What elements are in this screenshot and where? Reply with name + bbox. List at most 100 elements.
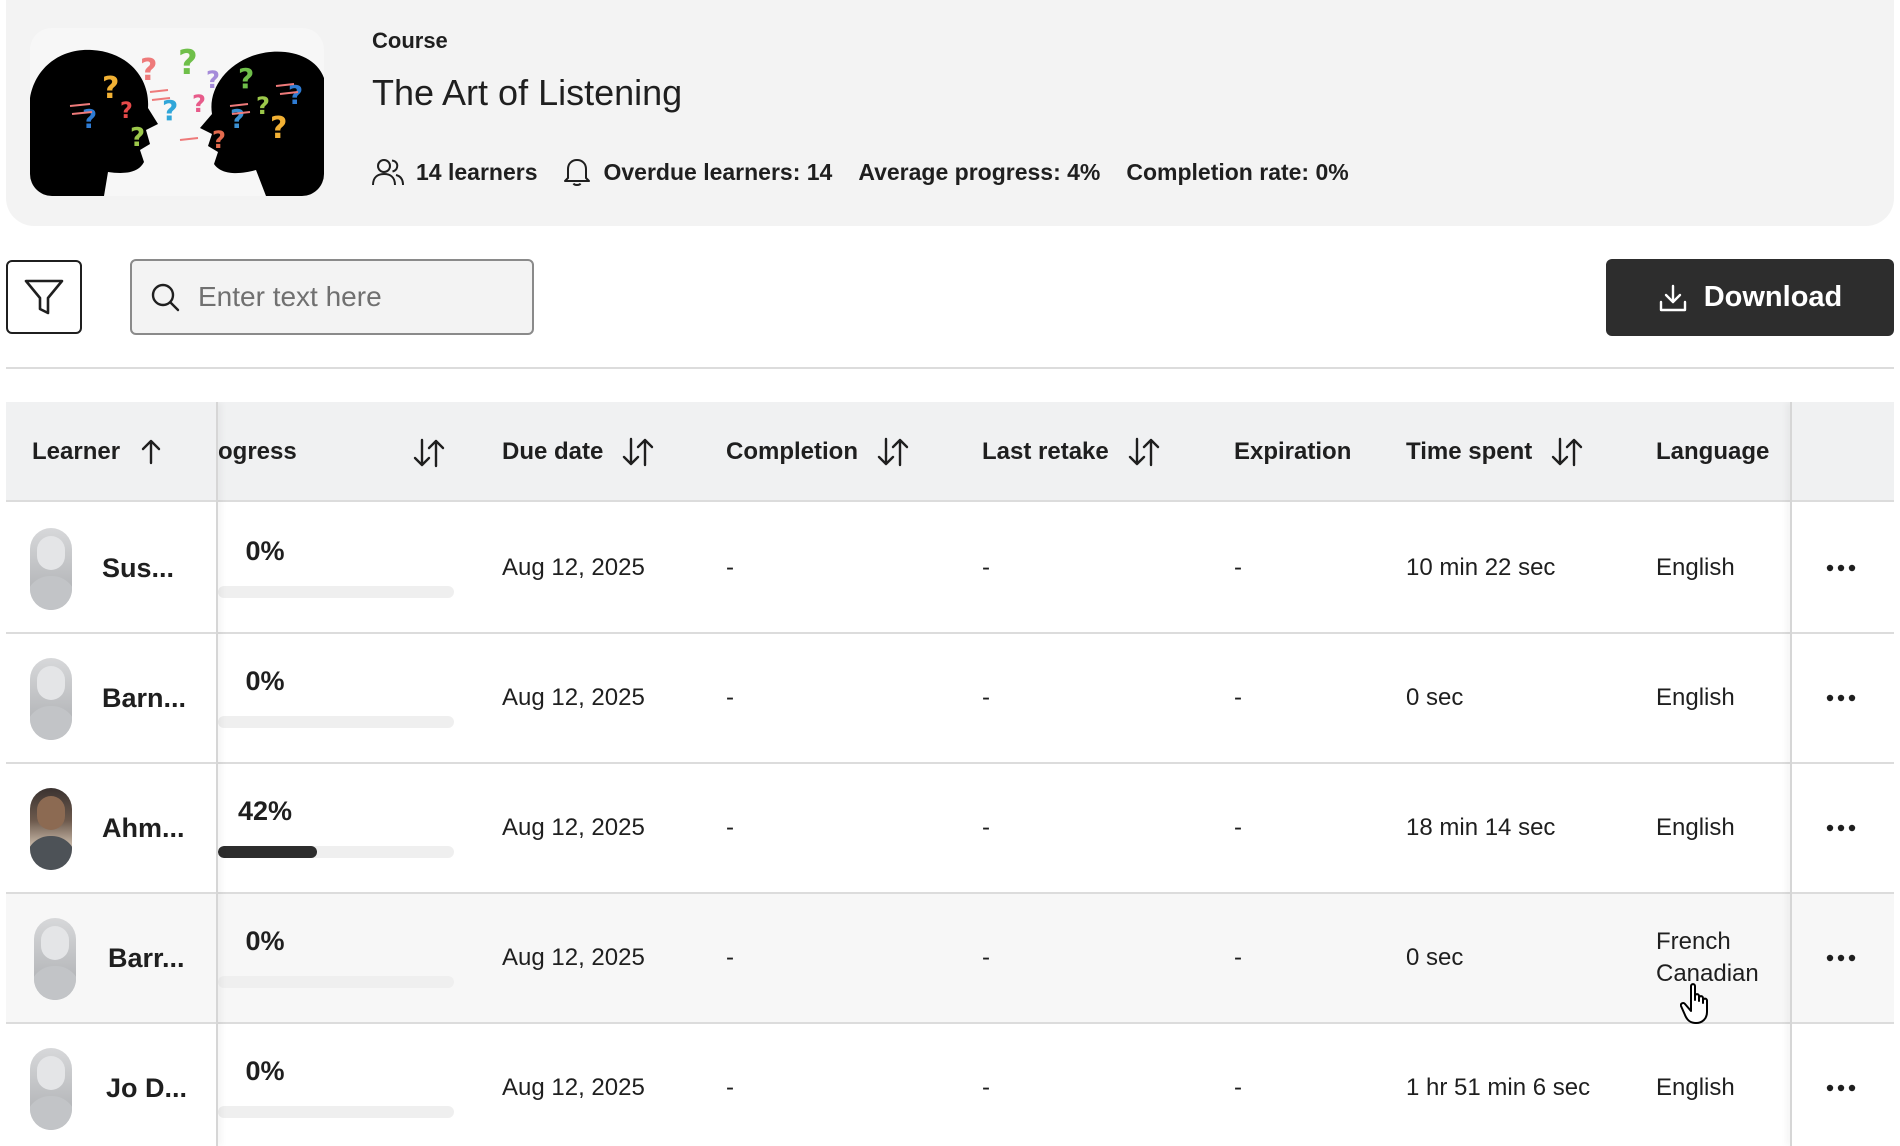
due-date-cell: Aug 12, 2025	[502, 554, 645, 581]
more-horizontal-icon	[1826, 1084, 1856, 1092]
language-cell: English	[1656, 814, 1735, 841]
row-actions-button[interactable]	[1816, 678, 1866, 718]
expiration-cell: -	[1234, 814, 1242, 841]
learners-count: 14 learners	[416, 158, 538, 185]
row-actions-button[interactable]	[1816, 548, 1866, 588]
column-header-language: Language	[1656, 402, 1769, 502]
filter-button[interactable]	[6, 260, 82, 334]
average-progress-stat: Average progress: 4%	[858, 158, 1101, 185]
svg-text:?: ?	[206, 66, 220, 94]
due-date-cell: Aug 12, 2025	[502, 944, 645, 971]
row-actions-button[interactable]	[1816, 938, 1866, 978]
completion-cell: -	[726, 684, 734, 711]
svg-text:?: ?	[288, 81, 303, 111]
learner-name[interactable]: Barr...	[108, 894, 185, 1022]
column-header-last-retake[interactable]: Last retake	[982, 402, 1161, 502]
column-header-time-spent[interactable]: Time spent	[1406, 402, 1584, 502]
time-spent-cell: 0 sec	[1406, 684, 1464, 711]
progress-percent: 0%	[245, 666, 285, 696]
learner-cell[interactable]: Sus...	[6, 504, 218, 632]
table-row[interactable]: Ahm... 42% Aug 12, 2025 - - - 18 min 14 …	[6, 764, 1894, 894]
last-retake-cell: -	[982, 1074, 990, 1101]
completion-cell: -	[726, 1074, 734, 1101]
bell-icon	[564, 159, 591, 186]
last-retake-cell: -	[982, 684, 990, 711]
column-header-expiration: Expiration	[1234, 402, 1351, 502]
learners-stat: 14 learners	[372, 157, 537, 187]
column-label-language: Language	[1656, 438, 1770, 465]
avatar	[30, 528, 72, 610]
learner-cell[interactable]: Barn...	[6, 634, 218, 762]
avatar	[30, 658, 72, 740]
last-retake-cell: -	[982, 554, 990, 581]
svg-text:?: ?	[212, 126, 226, 154]
completion-cell: -	[726, 554, 734, 581]
column-header-completion[interactable]: Completion	[726, 402, 910, 502]
progress-percent: 0%	[245, 926, 285, 956]
progress-bar	[218, 586, 454, 598]
time-spent-cell: 18 min 14 sec	[1406, 814, 1556, 841]
learner-cell[interactable]: Ahm...	[6, 764, 218, 892]
time-spent-cell: 0 sec	[1406, 944, 1464, 971]
expiration-cell: -	[1234, 1074, 1242, 1101]
learner-cell[interactable]: Jo D...	[6, 1024, 218, 1146]
svg-text:?: ?	[140, 53, 157, 88]
column-label-expiration: Expiration	[1234, 438, 1352, 465]
svg-text:?: ?	[230, 105, 245, 135]
progress-bar	[218, 716, 454, 728]
column-header-due-date[interactable]: Due date	[502, 402, 655, 502]
completion-rate-stat: Completion rate: 0%	[1126, 158, 1349, 185]
table-row[interactable]: Barr... 0% Aug 12, 2025 - - - 0 sec Fren…	[6, 894, 1894, 1024]
svg-text:?: ?	[238, 62, 254, 95]
progress-bar	[218, 846, 454, 858]
sort-icon[interactable]	[1127, 436, 1161, 468]
learner-name[interactable]: Ahm...	[102, 764, 185, 892]
column-label-learner: Learner	[32, 438, 121, 465]
svg-text:?: ?	[82, 105, 97, 135]
completion-cell: -	[726, 944, 734, 971]
course-stats: 14 learners Overdue learners: 14 Average…	[372, 156, 1375, 188]
time-spent-cell: 10 min 22 sec	[1406, 554, 1556, 581]
table-row[interactable]: Jo D... 0% Aug 12, 2025 - - - 1 hr 51 mi…	[6, 1024, 1894, 1146]
learner-name[interactable]: Jo D...	[106, 1024, 187, 1146]
language-cell: English	[1656, 554, 1735, 581]
table-row[interactable]: Barn... 0% Aug 12, 2025 - - - 0 sec Engl…	[6, 634, 1894, 764]
course-title: The Art of Listening	[372, 72, 683, 113]
column-label-progress: ogress	[218, 438, 297, 465]
download-button[interactable]: Download	[1606, 259, 1894, 336]
course-header: ? ? ? ? ? ? ? ? ? ? ? ? ? ? ? Course The…	[6, 0, 1894, 226]
progress-percent: 0%	[245, 1056, 285, 1086]
search-icon	[151, 283, 180, 312]
overdue-stat: Overdue learners: 14	[563, 157, 832, 187]
svg-text:?: ?	[256, 92, 270, 120]
due-date-cell: Aug 12, 2025	[502, 814, 645, 841]
learner-name[interactable]: Barn...	[102, 634, 186, 762]
column-header-learner[interactable]: Learner	[32, 402, 164, 502]
course-thumbnail: ? ? ? ? ? ? ? ? ? ? ? ? ? ? ?	[30, 28, 324, 196]
course-type-label: Course	[372, 28, 448, 53]
column-header-progress[interactable]: ogress	[218, 402, 297, 502]
filter-icon	[24, 279, 64, 315]
sort-icon[interactable]	[621, 436, 655, 468]
learner-name[interactable]: Sus...	[102, 504, 174, 632]
language-cell: French Canadian	[1656, 928, 1759, 987]
time-spent-cell: 1 hr 51 min 6 sec	[1406, 1074, 1591, 1101]
expiration-cell: -	[1234, 944, 1242, 971]
language-cell: English	[1656, 684, 1735, 711]
search-input[interactable]	[198, 281, 518, 313]
svg-text:?: ?	[120, 99, 133, 124]
users-icon	[372, 159, 404, 186]
sort-icon[interactable]	[1550, 436, 1584, 468]
avatar	[30, 1048, 72, 1130]
svg-text:?: ?	[102, 71, 119, 106]
search-field[interactable]	[130, 259, 534, 335]
learner-cell[interactable]: Barr...	[6, 894, 218, 1022]
table-row[interactable]: Sus... 0% Aug 12, 2025 - - - 10 min 22 s…	[6, 504, 1894, 634]
more-horizontal-icon	[1826, 564, 1856, 572]
expiration-cell: -	[1234, 684, 1242, 711]
row-actions-button[interactable]	[1816, 808, 1866, 848]
row-actions-button[interactable]	[1816, 1068, 1866, 1108]
sort-icon[interactable]	[412, 437, 446, 469]
sort-icon[interactable]	[876, 436, 910, 468]
sort-ascending-icon[interactable]	[138, 438, 164, 466]
